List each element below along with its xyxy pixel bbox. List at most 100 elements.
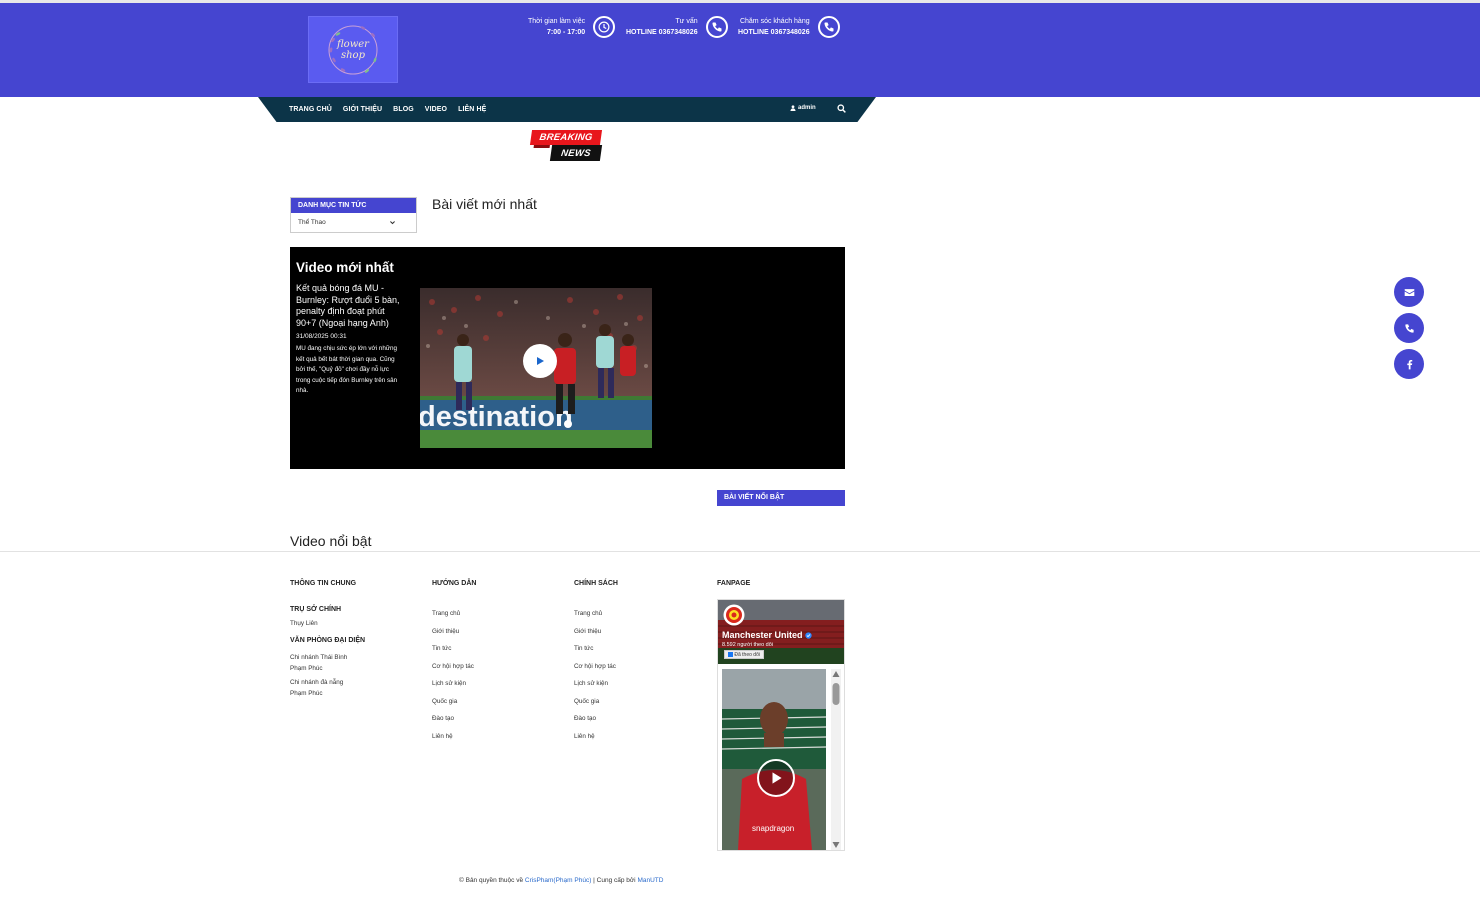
policy-link-history[interactable]: Lịch sử kiện [574,680,608,687]
clock-icon [593,16,616,38]
svg-text:snapdragon: snapdragon [752,824,794,833]
guide-link-contact[interactable]: Liên hệ [432,733,453,740]
branch-2-name: Chi nhánh đà nẵng [290,679,344,686]
headquarters-value: Thụy Liên [290,620,318,627]
fanpage-scrollbar[interactable] [831,669,841,850]
video-headline-link[interactable]: Kết quả bóng đá MU - Burnley: Rượt đuổi … [296,283,404,329]
news-label-box: NEWS [549,145,603,161]
breaking-news-badge: BREAKING NEWS [529,130,603,164]
logo-text-line-1: flower [337,38,369,50]
latest-video-section: Video mới nhất Kết quả bóng đá MU - Burn… [290,247,845,469]
main-navbar: TRANG CHỦ GIỚI THIỆU BLOG VIDEO LIÊN HỆ … [258,97,876,122]
fanpage-video-play-button[interactable] [757,759,795,797]
copyright-owner-link[interactable]: CrisPham(Phạm Phúc) [525,877,591,884]
play-icon [772,772,782,784]
working-hours-label: Thời gian làm việc [528,18,586,25]
policy-link-news[interactable]: Tin tức [574,645,593,652]
man-utd-crest-icon [723,604,745,626]
guide-link-partnership[interactable]: Cơ hội hợp tác [432,663,474,670]
consult-hotline[interactable]: HOTLINE 0367348026 [626,27,698,38]
phone-icon [705,16,728,38]
policy-link-training[interactable]: Đào tạo [574,715,596,722]
facebook-icon [1406,359,1412,369]
guide-link-home[interactable]: Trang chủ [432,610,460,617]
policy-link-country[interactable]: Quốc gia [574,698,599,705]
fanpage-followers: 8.592 người theo dõi [722,642,774,648]
copyright-prefix: Bản quyền thuộc về [465,877,524,884]
working-hours-value: 7:00 - 17:00 [546,29,586,36]
policy-link-partnership[interactable]: Cơ hội hợp tác [574,663,616,670]
guide-link-country[interactable]: Quốc gia [432,698,457,705]
search-icon[interactable] [837,104,846,113]
fanpage-video-post[interactable]: snapdragon [722,669,826,850]
admin-account-link[interactable]: admin [790,105,816,111]
guide-link-training[interactable]: Đào tạo [432,715,454,722]
branch-2-value: Phạm Phúc [290,690,323,697]
video-play-button[interactable] [523,344,557,378]
envelope-icon [1404,288,1414,296]
site-logo[interactable]: flower shop [308,16,398,83]
breaking-label: BREAKING [538,132,594,143]
category-select[interactable]: Thể Thao [291,213,416,233]
video-date: 31/08/2025 00:31 [296,333,347,340]
verified-badge-icon [805,632,812,639]
facebook-icon [728,652,733,658]
footer-col-policy-title: CHÍNH SÁCH [574,580,618,587]
fanpage-name-text: Manchester United [722,630,803,640]
float-facebook-button[interactable] [1394,349,1424,379]
facebook-fanpage-widget: Manchester United 8.592 người theo dõi Đ… [717,599,845,851]
guide-link-about[interactable]: Giới thiệu [432,628,459,635]
customer-care-label: Chăm sóc khách hàng [739,18,810,25]
copyright-icon: © [459,877,464,884]
svg-text:destination: destination [420,401,573,433]
policy-link-home[interactable]: Trang chủ [574,610,602,617]
featured-posts-heading: BÀI VIẾT NỔI BẬT [717,490,845,506]
footer-col-fanpage-title: FANPAGE [717,580,751,587]
phone-icon [817,16,840,38]
copyright-provider-link[interactable]: ManUTD [637,877,663,884]
consult-label: Tư vấn [675,18,698,25]
play-icon [537,357,544,365]
logo-wordmark: flower shop [337,39,369,61]
copyright-line: © Bản quyền thuộc về CrisPham(Phạm Phúc)… [459,877,663,884]
working-hours-info: Thời gian làm việc 7:00 - 17:00 [528,16,616,38]
branch-1-value: Phạm Phúc [290,665,323,672]
policy-link-about[interactable]: Giới thiệu [574,628,601,635]
nav-item-video[interactable]: VIDEO [425,106,447,113]
news-label: NEWS [560,147,592,159]
fanpage-cover[interactable]: Manchester United 8.592 người theo dõi Đ… [718,600,844,664]
nav-item-blog[interactable]: BLOG [393,106,414,113]
site-header: flower shop Thời gian làm việc 7:00 - 17… [0,3,1480,97]
category-selected-value: Thể Thao [298,219,326,226]
user-icon [790,105,796,111]
guide-link-news[interactable]: Tin tức [432,645,451,652]
featured-videos-title: Video nổi bật [290,533,372,549]
representative-office-title: VĂN PHÒNG ĐẠI DIỆN [290,637,366,644]
video-thumbnail[interactable]: destination [420,288,652,448]
breaking-label-box: BREAKING [529,130,603,145]
float-phone-button[interactable] [1394,313,1424,343]
guide-link-history[interactable]: Lịch sử kiện [432,680,466,687]
float-email-button[interactable] [1394,277,1424,307]
copyright-middle: | Cung cấp bởi [593,877,636,884]
nav-item-home[interactable]: TRANG CHỦ [289,106,332,113]
consult-info: Tư vấn HOTLINE 0367348026 [626,16,728,38]
admin-label: admin [798,105,816,111]
fanpage-follow-button[interactable]: Đã theo dõi [724,650,764,659]
follow-button-label: Đã theo dõi [734,652,760,658]
latest-video-title: Video mới nhất [296,260,394,275]
fanpage-name[interactable]: Manchester United [722,630,812,640]
customer-care-hotline[interactable]: HOTLINE 0367348026 [738,27,810,38]
news-category-widget: DANH MỤC TIN TỨC Thể Thao [290,197,417,233]
nav-item-contact[interactable]: LIÊN HỆ [458,106,486,113]
chevron-down-icon [390,221,395,225]
branch-1-name: Chi nhánh Thái Bình [290,654,348,661]
footer-col-guide-title: HƯỚNG DẪN [432,580,477,587]
headquarters-title: TRỤ SỞ CHÍNH [290,606,342,613]
latest-posts-title: Bài viết mới nhất [432,196,537,212]
customer-care-info: Chăm sóc khách hàng HOTLINE 0367348026 [738,16,840,38]
footer-divider [0,551,1480,552]
policy-link-contact[interactable]: Liên hệ [574,733,595,740]
nav-item-about[interactable]: GIỚI THIỆU [343,106,382,113]
nav-menu: TRANG CHỦ GIỚI THIỆU BLOG VIDEO LIÊN HỆ [289,97,497,122]
